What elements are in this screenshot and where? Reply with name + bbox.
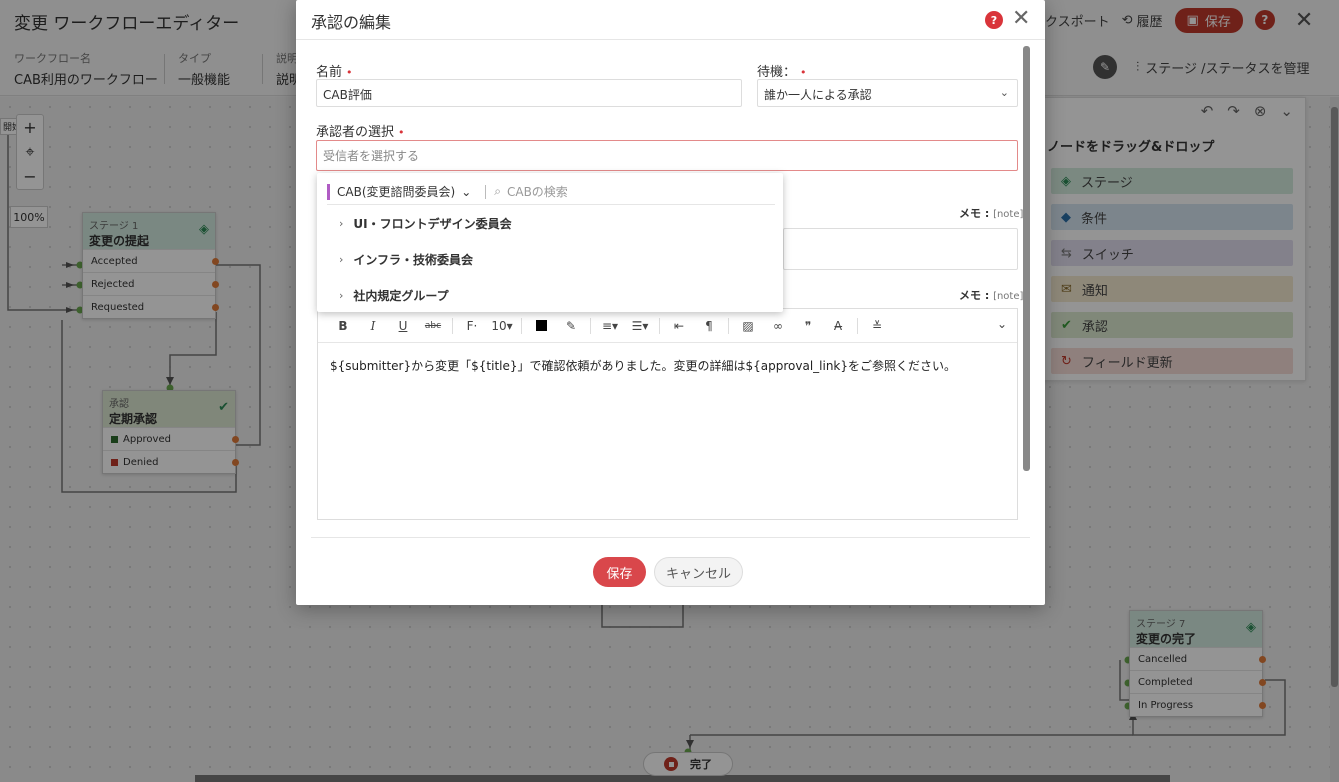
chevron-down-icon[interactable]: ⌄ [997, 317, 1007, 331]
subject-input[interactable] [783, 228, 1018, 270]
divider [521, 317, 522, 334]
footer-divider [311, 537, 1030, 538]
quote-icon[interactable]: ❞ [793, 314, 823, 338]
memo-label-1: メモ : [note] [959, 205, 1023, 221]
memo-label-2: メモ : [note] [959, 287, 1023, 303]
align-icon[interactable]: ≡▾ [595, 314, 625, 338]
editor-content[interactable]: ${submitter}から変更「${title}」で確認依頼がありました。変更… [318, 343, 1017, 388]
divider [857, 317, 858, 334]
dropdown-header: CAB(変更諮問委員会) ⌄ ⌕ CABの検索 [327, 179, 775, 205]
cancel-button[interactable]: キャンセル [654, 557, 743, 587]
paragraph-icon[interactable]: ¶ [694, 314, 724, 338]
required-marker: • [800, 66, 807, 79]
name-input[interactable]: CAB評価 [316, 79, 742, 107]
memo-label-text: メモ : [959, 207, 994, 220]
dialog-title: 承認の編集 [311, 13, 392, 32]
more-tools-icon[interactable]: ≚ [862, 314, 892, 338]
group-selector-label: CAB(変更諮問委員会) [337, 185, 456, 199]
approver-select-input[interactable]: 受信者を選択する [316, 140, 1018, 171]
memo-note: [note] [993, 291, 1024, 302]
italic-icon[interactable]: I [358, 314, 388, 338]
dropdown-item[interactable]: › UI・フロントデザイン委員会 [339, 215, 512, 232]
divider [485, 184, 487, 199]
help-icon[interactable]: ? [985, 11, 1003, 29]
search-placeholder: CABの検索 [506, 185, 568, 199]
save-button[interactable]: 保存 [593, 557, 646, 587]
memo-label-text: メモ : [959, 289, 994, 302]
required-marker: • [398, 126, 405, 139]
font-family-icon[interactable]: F· [457, 314, 487, 338]
font-size-value: 10 [491, 318, 507, 333]
wait-label-text: 待機： [757, 65, 797, 80]
group-search-input[interactable]: ⌕ CABの検索 [494, 183, 568, 200]
approver-label-text: 承認者の選択 [316, 125, 395, 140]
image-icon[interactable]: ▨ [733, 314, 763, 338]
wait-select-value: 誰か一人による承認 [764, 88, 872, 102]
list-icon[interactable]: ☰▾ [625, 314, 655, 338]
approver-label: 承認者の選択 • [316, 121, 405, 140]
group-accent-bar [327, 183, 330, 200]
group-selector[interactable]: CAB(変更諮問委員会) ⌄ [337, 183, 471, 200]
strikethrough-icon[interactable]: abc [418, 314, 448, 338]
chevron-down-icon: ⌄ [999, 86, 1009, 99]
underline-icon[interactable]: U [388, 314, 418, 338]
link-icon[interactable]: ∞ [763, 314, 793, 338]
indent-icon[interactable]: ⇤ [664, 314, 694, 338]
rich-text-editor[interactable]: B I U abc F· 10 ▾ ✎ ≡▾ ☰▾ ⇤ ¶ ▨ ∞ ❞ A̶ ≚ … [317, 308, 1018, 520]
close-icon[interactable]: ✕ [1012, 6, 1030, 31]
dialog-header: 承認の編集 ? ✕ [296, 0, 1045, 40]
dialog-scrollbar[interactable] [1023, 46, 1030, 471]
divider [590, 317, 591, 334]
dropdown-item[interactable]: › 社内規定グループ [339, 287, 449, 304]
approver-dropdown: CAB(変更諮問委員会) ⌄ ⌕ CABの検索 › UI・フロントデザイン委員会 … [317, 173, 783, 312]
divider [728, 317, 729, 334]
dropdown-item[interactable]: › インフラ・技術委員会 [339, 251, 473, 268]
memo-note: [note] [993, 209, 1024, 220]
bold-icon[interactable]: B [328, 314, 358, 338]
wait-select[interactable]: 誰か一人による承認 ⌄ [757, 79, 1018, 107]
text-color-icon[interactable] [526, 314, 556, 338]
dropdown-item-label: 社内規定グループ [353, 289, 449, 303]
name-label: 名前 • [316, 61, 353, 80]
chevron-right-icon[interactable]: › [339, 289, 343, 302]
search-icon: ⌕ [494, 184, 501, 198]
wait-label: 待機： • [757, 61, 807, 80]
clear-format-icon[interactable]: A̶ [823, 314, 853, 338]
chevron-right-icon[interactable]: › [339, 253, 343, 266]
required-marker: • [346, 66, 353, 79]
divider [452, 317, 453, 334]
divider [659, 317, 660, 334]
editor-toolbar: B I U abc F· 10 ▾ ✎ ≡▾ ☰▾ ⇤ ¶ ▨ ∞ ❞ A̶ ≚ … [318, 309, 1017, 343]
font-size-select[interactable]: 10 ▾ [487, 314, 517, 338]
chevron-down-icon: ⌄ [461, 184, 472, 199]
name-label-text: 名前 [316, 65, 343, 80]
highlight-icon[interactable]: ✎ [556, 314, 586, 338]
dropdown-item-label: インフラ・技術委員会 [353, 253, 474, 267]
dropdown-item-label: UI・フロントデザイン委員会 [353, 217, 512, 231]
chevron-right-icon[interactable]: › [339, 217, 343, 230]
